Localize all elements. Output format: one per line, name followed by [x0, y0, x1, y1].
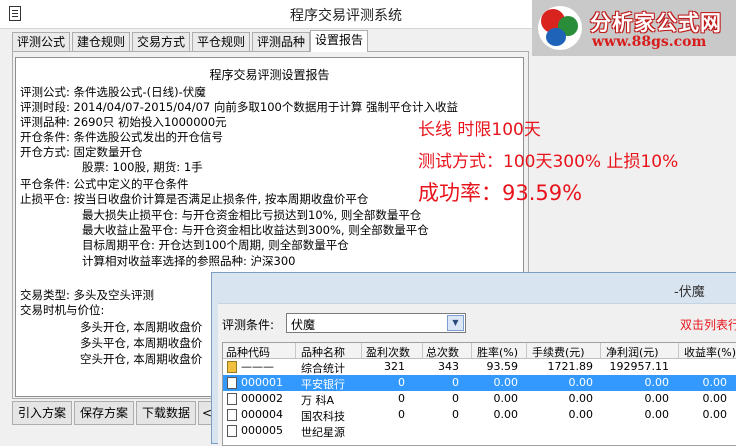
import-scheme-button[interactable]: 引入方案	[12, 401, 73, 425]
cell-code: ———	[241, 360, 274, 373]
cell-profit: 0.00	[644, 408, 670, 421]
cell-total: 0	[452, 376, 459, 389]
table-row[interactable]: ——— 综合统计 321 343 93.59 1721.89 192957.11	[223, 359, 736, 375]
cell-return: 0.00	[702, 376, 728, 389]
cell-code: 000001	[241, 376, 283, 389]
tab-formula[interactable]: 评测公式	[12, 32, 71, 51]
report-line: 开仓条件: 条件选股公式发出的开仓信号	[20, 130, 224, 144]
column-header[interactable]: 手续费(元)	[532, 344, 585, 360]
column-header[interactable]: 盈利次数	[366, 344, 410, 360]
annotation-long-term: 长线 时限100天	[418, 120, 541, 140]
file-icon	[227, 409, 237, 421]
cell-total: 343	[438, 360, 459, 373]
report-line: 止损平仓: 按当日收盘价计算是否满足止损条件, 按本周期收盘价平仓	[20, 192, 369, 206]
cell-profit: 0.00	[644, 376, 670, 389]
tab-close-rules[interactable]: 平仓规则	[192, 32, 251, 51]
tab-trade-mode[interactable]: 交易方式	[132, 32, 191, 51]
cell-wins: 321	[384, 360, 405, 373]
cell-code: 000002	[241, 392, 283, 405]
cell-code: 000004	[241, 408, 283, 421]
cell-wins: 0	[398, 408, 405, 421]
report-line: 目标周期平仓: 开仓达到100个周期, 则全部数量平仓	[82, 238, 349, 252]
window-title: 程序交易评测系统	[290, 8, 402, 24]
report-line: 评测时段: 2014/04/07-2015/04/07 向前多取100个数据用于…	[20, 100, 459, 114]
stats-window-body: 评测条件: 伏魔 ▼ 双击列表行 品种代码 品种名称 盈利次数 总次数 胜率(%…	[218, 303, 736, 446]
report-line: 空头开仓, 本周期收盘价	[80, 352, 203, 366]
results-table[interactable]: 品种代码 品种名称 盈利次数 总次数 胜率(%) 手续费(元) 净利润(元) 收…	[222, 342, 736, 446]
logo-brand: 分析家公式网	[590, 11, 722, 35]
column-header[interactable]: 品种名称	[301, 344, 345, 360]
column-header[interactable]: 总次数	[426, 344, 459, 360]
table-row[interactable]: 000002 万 科A 0 0 0.00 0.00 0.00 0.00	[223, 391, 736, 407]
table-header: 品种代码 品种名称 盈利次数 总次数 胜率(%) 手续费(元) 净利润(元) 收…	[223, 343, 736, 359]
cell-name: 万 科A	[301, 394, 335, 407]
file-icon	[227, 393, 237, 405]
report-line: 交易时机与价位:	[20, 303, 105, 317]
cell-wins: 0	[398, 392, 405, 405]
cell-rate: 0.00	[493, 392, 519, 405]
cell-fee: 1721.89	[547, 360, 594, 373]
cell-code: 000005	[241, 424, 283, 437]
report-heading: 程序交易评测设置报告	[209, 68, 330, 82]
condition-label: 评测条件:	[222, 318, 275, 332]
report-line: 评测公式: 条件选股公式-(日线)-伏魔	[20, 85, 206, 99]
cell-profit: 192957.11	[609, 360, 670, 373]
condition-select[interactable]: 伏魔 ▼	[286, 313, 466, 333]
save-scheme-button[interactable]: 保存方案	[74, 401, 135, 425]
report-line: 股票: 100股, 期货: 1手	[82, 160, 203, 174]
tab-report[interactable]: 设置报告	[310, 30, 369, 52]
cell-wins: 0	[398, 376, 405, 389]
table-row[interactable]: 000004 国农科技 0 0 0.00 0.00 0.00 0.00	[223, 407, 736, 423]
cell-profit: 0.00	[644, 392, 670, 405]
cell-name: 综合统计	[301, 362, 345, 375]
cell-rate: 0.00	[493, 376, 519, 389]
report-line: 平仓条件: 公式中定义的平仓条件	[20, 177, 189, 191]
logo: 分析家公式网 www.88gs.com	[532, 0, 736, 56]
cell-total: 0	[452, 408, 459, 421]
cell-total: 0	[452, 392, 459, 405]
document-icon	[9, 6, 21, 21]
column-header[interactable]: 胜率(%)	[477, 344, 518, 360]
cell-fee: 0.00	[568, 392, 594, 405]
logo-url: www.88gs.com	[592, 34, 707, 50]
annotation-test-mode: 测试方式：100天300% 止损10%	[418, 152, 679, 172]
double-click-hint: 双击列表行	[680, 318, 736, 332]
column-header[interactable]: 净利润(元)	[606, 344, 659, 360]
cell-return: 0.00	[702, 392, 728, 405]
tab-instruments[interactable]: 评测品种	[252, 32, 311, 51]
column-header[interactable]: 品种代码	[226, 344, 270, 360]
cell-rate: 93.59	[486, 360, 519, 373]
cell-fee: 0.00	[568, 408, 594, 421]
annotation-success-rate: 成功率：93.59%	[418, 181, 583, 205]
download-data-button[interactable]: 下载数据	[136, 401, 197, 425]
report-line: 开仓方式: 固定数量开仓	[20, 145, 143, 159]
cell-rate: 0.00	[493, 408, 519, 421]
cell-name: 国农科技	[301, 410, 345, 423]
cell-return: 0.00	[702, 408, 728, 421]
logo-swirl-icon	[538, 6, 582, 50]
stats-window: -伏魔 评测条件: 伏魔 ▼ 双击列表行 品种代码 品种名称 盈利次数 总次数 …	[211, 272, 736, 446]
report-line: 交易类型: 多头及空头评测	[20, 288, 155, 302]
cell-name: 平安银行	[301, 378, 345, 391]
file-icon	[227, 425, 237, 437]
cell-fee: 0.00	[568, 376, 594, 389]
report-line: 最大收益止盈平仓: 与开仓资金相比收益达到300%, 则全部数量平仓	[82, 223, 429, 237]
report-line: 评测品种: 2690只 初始投入1000000元	[20, 115, 227, 129]
cell-name: 世纪星源	[301, 426, 345, 439]
file-icon	[227, 377, 237, 389]
report-line: 最大损失止损平仓: 与开仓资金相比亏损达到10%, 则全部数量平仓	[82, 208, 422, 222]
summary-icon	[227, 361, 237, 373]
report-line: 计算相对收益率选择的参照品种: 沪深300	[82, 254, 296, 268]
condition-value: 伏魔	[291, 318, 316, 332]
stats-window-title: -伏魔	[674, 285, 705, 300]
report-line: 多头平仓, 本周期收盘价	[80, 336, 203, 350]
report-line: 多头开仓, 本周期收盘价	[80, 320, 203, 334]
chevron-down-icon[interactable]: ▼	[447, 315, 464, 331]
tab-open-rules[interactable]: 建仓规则	[72, 32, 131, 51]
column-header[interactable]: 收益率(%)	[684, 344, 736, 360]
table-row[interactable]: 000001 平安银行 0 0 0.00 0.00 0.00 0.00	[223, 375, 736, 391]
